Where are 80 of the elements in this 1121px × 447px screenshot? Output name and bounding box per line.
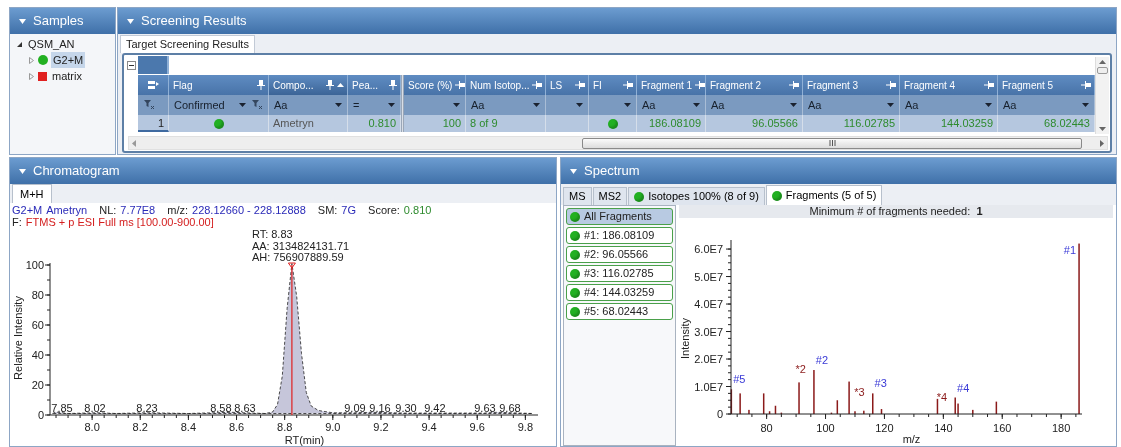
tick-label: 180: [1051, 422, 1071, 434]
table-cell: 100: [404, 115, 466, 132]
table-cell: 116.02785: [803, 115, 900, 132]
panel-title: Chromatogram: [33, 162, 120, 181]
peak-annotation: #1: [1063, 243, 1077, 256]
table-cell: 96.05566: [706, 115, 803, 132]
peak-info: RT: 8.83: [251, 228, 293, 240]
peak-annotation: #5: [733, 373, 746, 386]
tick-label: 100: [25, 259, 44, 271]
tick-label: 9.4: [421, 421, 437, 433]
tick-label: 3.0E7: [694, 325, 723, 338]
tick-label: 5.0E7: [694, 270, 723, 283]
tick-label: 2.0E7: [694, 353, 723, 365]
panel-title: Screening Results: [141, 12, 247, 31]
info-text: F:: [12, 216, 22, 228]
peak-info: AA: 3134824131.71: [251, 239, 350, 252]
tick-label: 40: [31, 349, 44, 361]
table-cell: 186.08109: [637, 115, 706, 132]
tick-label: 8.6: [228, 421, 245, 433]
peak-label: 9.42: [424, 402, 446, 414]
info-text: 0.810: [403, 204, 432, 216]
tick-label: 0: [716, 408, 723, 420]
peak-label: 8.02: [84, 402, 106, 414]
info-text: 7G: [341, 204, 357, 216]
tick-label: 9.6: [469, 421, 485, 433]
peak-label: 9.09: [344, 402, 366, 414]
panel-title: Samples: [33, 12, 84, 31]
peak-label: 7.85: [51, 402, 73, 414]
peak-label: 9.68: [499, 402, 521, 414]
tick-label: 100: [816, 422, 835, 434]
tick-label: 0: [37, 409, 44, 421]
info-text: m/z:: [167, 204, 188, 216]
info-text: Score:: [368, 204, 400, 216]
panel-title: Spectrum: [584, 162, 640, 181]
tick-label: 160: [993, 422, 1012, 434]
requirement-bar: Minimum # of fragments needed: 1: [679, 205, 1113, 218]
tick-label: 80: [760, 422, 773, 434]
tick-label: 8.8: [277, 421, 293, 433]
table-cell: Ametryn: [269, 115, 348, 132]
tick-label: 140: [934, 422, 953, 434]
tick-label: 9.8: [517, 421, 533, 433]
axis-title: RT(min): [284, 434, 325, 446]
info-text: NL:: [99, 204, 117, 216]
peak-label: 8.23: [136, 402, 158, 414]
axis-title: Relative Intensity: [12, 296, 24, 380]
axis-title: m/z: [902, 433, 921, 445]
table-cell: 144.03259: [900, 115, 998, 132]
peak-annotation: *4: [936, 390, 948, 403]
tick-label: 120: [875, 422, 894, 434]
peak-label: 9.63: [474, 402, 496, 414]
tick-label: 8.0: [84, 421, 100, 433]
peak-label: 9.16: [369, 402, 391, 414]
peak-label: 8.58: [210, 402, 232, 414]
peak-label: 9.30: [395, 402, 417, 414]
tick-label: 8.2: [132, 421, 148, 433]
peak-info: AH: 756907889.59: [251, 251, 344, 263]
tick-label: 6.0E7: [694, 243, 723, 256]
tick-label: 9.2: [373, 421, 389, 433]
tick-label: 9.0: [325, 421, 341, 433]
peak-annotation: #4: [957, 381, 970, 394]
table-cell: 8 of 9: [466, 115, 546, 132]
tick-label: 4.0E7: [694, 298, 723, 311]
tick-label: 1.0E7: [694, 380, 723, 393]
tick-label: 60: [31, 319, 44, 331]
tick-label: 8.4: [180, 421, 197, 433]
peak-label: 8.63: [234, 402, 256, 414]
tick-label: 80: [31, 289, 44, 301]
row-number: 1: [138, 115, 169, 132]
info-text: G2+M: [12, 204, 43, 216]
tick-label: 20: [31, 379, 44, 391]
info-text: SM:: [317, 204, 338, 216]
peak-annotation: #2: [815, 354, 829, 366]
info-text: 228.12660 - 228.12888: [192, 204, 306, 216]
info-text: 7.77E8: [120, 204, 156, 216]
peak-annotation: *2: [795, 363, 806, 375]
info-text: Ametryn: [46, 204, 88, 216]
axis-title: Intensity: [679, 318, 691, 359]
info-text: FTMS + p ESI Full ms [100.00-900.00]: [25, 216, 214, 228]
peak-annotation: #3: [874, 377, 887, 390]
peak-annotation: *3: [854, 386, 865, 399]
